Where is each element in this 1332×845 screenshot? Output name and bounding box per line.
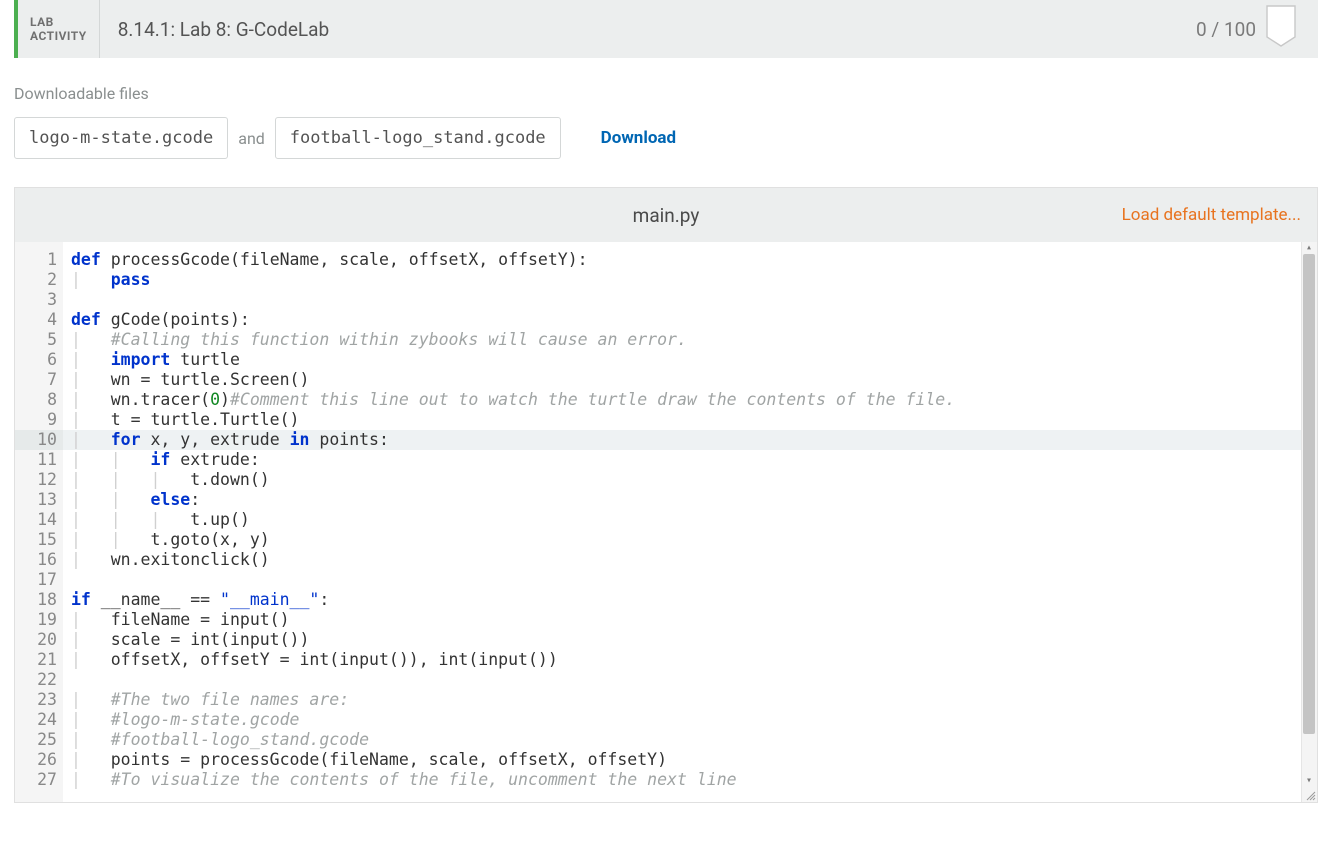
code-line[interactable]: | offsetX, offsetY = int(input()), int(i… xyxy=(71,650,1317,670)
line-number: 16 xyxy=(15,550,57,570)
downloadable-files-label: Downloadable files xyxy=(14,84,1318,103)
file-separator: and xyxy=(238,129,265,148)
editor-header: main.py Load default template... xyxy=(15,188,1317,242)
code-line[interactable]: | wn = turtle.Screen() xyxy=(71,370,1317,390)
code-line[interactable]: | #To visualize the contents of the file… xyxy=(71,770,1317,790)
code-line[interactable]: | #Calling this function within zybooks … xyxy=(71,330,1317,350)
line-number: 4 xyxy=(15,310,57,330)
code-line[interactable]: | | else: xyxy=(71,490,1317,510)
line-number: 22 xyxy=(15,670,57,690)
code-line[interactable]: | import turtle xyxy=(71,350,1317,370)
activity-title: 8.14.1: Lab 8: G-CodeLab xyxy=(100,0,1196,58)
line-number: 25 xyxy=(15,730,57,750)
code-line[interactable]: | wn.exitonclick() xyxy=(71,550,1317,570)
scroll-thumb[interactable] xyxy=(1303,254,1315,734)
line-number: 5 xyxy=(15,330,57,350)
line-number: 20 xyxy=(15,630,57,650)
code-text-area[interactable]: def processGcode(fileName, scale, offset… xyxy=(63,242,1317,802)
code-line[interactable]: | | if extrude: xyxy=(71,450,1317,470)
line-number: 27 xyxy=(15,770,57,790)
code-line[interactable]: | fileName = input() xyxy=(71,610,1317,630)
code-editor-panel: main.py Load default template... 1234567… xyxy=(14,187,1318,803)
line-number: 7 xyxy=(15,370,57,390)
line-number: 15 xyxy=(15,530,57,550)
editor-scrollbar[interactable]: ▴ ▾ xyxy=(1301,242,1317,802)
activity-tag-line1: LAB xyxy=(30,15,87,29)
activity-tag-line2: ACTIVITY xyxy=(30,29,87,43)
scroll-up-icon[interactable]: ▴ xyxy=(1304,243,1314,253)
code-line[interactable] xyxy=(71,290,1317,310)
code-line[interactable]: | #The two file names are: xyxy=(71,690,1317,710)
line-number: 13 xyxy=(15,490,57,510)
code-line[interactable] xyxy=(71,670,1317,690)
activity-header: LAB ACTIVITY 8.14.1: Lab 8: G-CodeLab 0 … xyxy=(14,0,1318,58)
line-number: 21 xyxy=(15,650,57,670)
score-text: 0 / 100 xyxy=(1196,18,1256,41)
code-line[interactable]: | wn.tracer(0)#Comment this line out to … xyxy=(71,390,1317,410)
code-line[interactable]: | t = turtle.Turtle() xyxy=(71,410,1317,430)
line-number: 2 xyxy=(15,270,57,290)
line-number-gutter: 1234567891011121314151617181920212223242… xyxy=(15,242,63,802)
code-editor[interactable]: 1234567891011121314151617181920212223242… xyxy=(15,242,1317,802)
line-number: 14 xyxy=(15,510,57,530)
scroll-down-icon[interactable]: ▾ xyxy=(1304,776,1314,786)
line-number: 1 xyxy=(15,250,57,270)
line-number: 26 xyxy=(15,750,57,770)
load-default-template-button[interactable]: Load default template... xyxy=(1122,205,1317,225)
downloadable-files-row: logo-m-state.gcode and football-logo_sta… xyxy=(14,117,1318,159)
code-line[interactable]: if __name__ == "__main__": xyxy=(71,590,1317,610)
line-number: 19 xyxy=(15,610,57,630)
download-button[interactable]: Download xyxy=(601,128,676,148)
code-line[interactable]: | | t.goto(x, y) xyxy=(71,530,1317,550)
line-number: 10 xyxy=(15,430,63,450)
code-line[interactable]: | points = processGcode(fileName, scale,… xyxy=(71,750,1317,770)
code-line[interactable]: | scale = int(input()) xyxy=(71,630,1317,650)
code-line[interactable] xyxy=(71,570,1317,590)
code-line[interactable]: | for x, y, extrude in points: xyxy=(63,430,1317,450)
file-chip-2: football-logo_stand.gcode xyxy=(275,117,561,159)
line-number: 9 xyxy=(15,410,57,430)
editor-filename: main.py xyxy=(633,204,700,227)
file-chip-1: logo-m-state.gcode xyxy=(14,117,228,159)
code-line[interactable]: def gCode(points): xyxy=(71,310,1317,330)
activity-tag: LAB ACTIVITY xyxy=(18,0,100,58)
line-number: 23 xyxy=(15,690,57,710)
code-line[interactable]: | | | t.down() xyxy=(71,470,1317,490)
activity-score: 0 / 100 xyxy=(1196,0,1318,58)
code-line[interactable]: | pass xyxy=(71,270,1317,290)
line-number: 18 xyxy=(15,590,57,610)
bookmark-icon[interactable] xyxy=(1266,5,1296,47)
code-line[interactable]: | #football-logo_stand.gcode xyxy=(71,730,1317,750)
code-line[interactable]: def processGcode(fileName, scale, offset… xyxy=(71,250,1317,270)
line-number: 11 xyxy=(15,450,57,470)
line-number: 17 xyxy=(15,570,57,590)
resize-grip-icon[interactable] xyxy=(1304,789,1316,801)
line-number: 3 xyxy=(15,290,57,310)
line-number: 6 xyxy=(15,350,57,370)
line-number: 24 xyxy=(15,710,57,730)
line-number: 12 xyxy=(15,470,57,490)
line-number: 8 xyxy=(15,390,57,410)
code-line[interactable]: | | | t.up() xyxy=(71,510,1317,530)
code-line[interactable]: | #logo-m-state.gcode xyxy=(71,710,1317,730)
